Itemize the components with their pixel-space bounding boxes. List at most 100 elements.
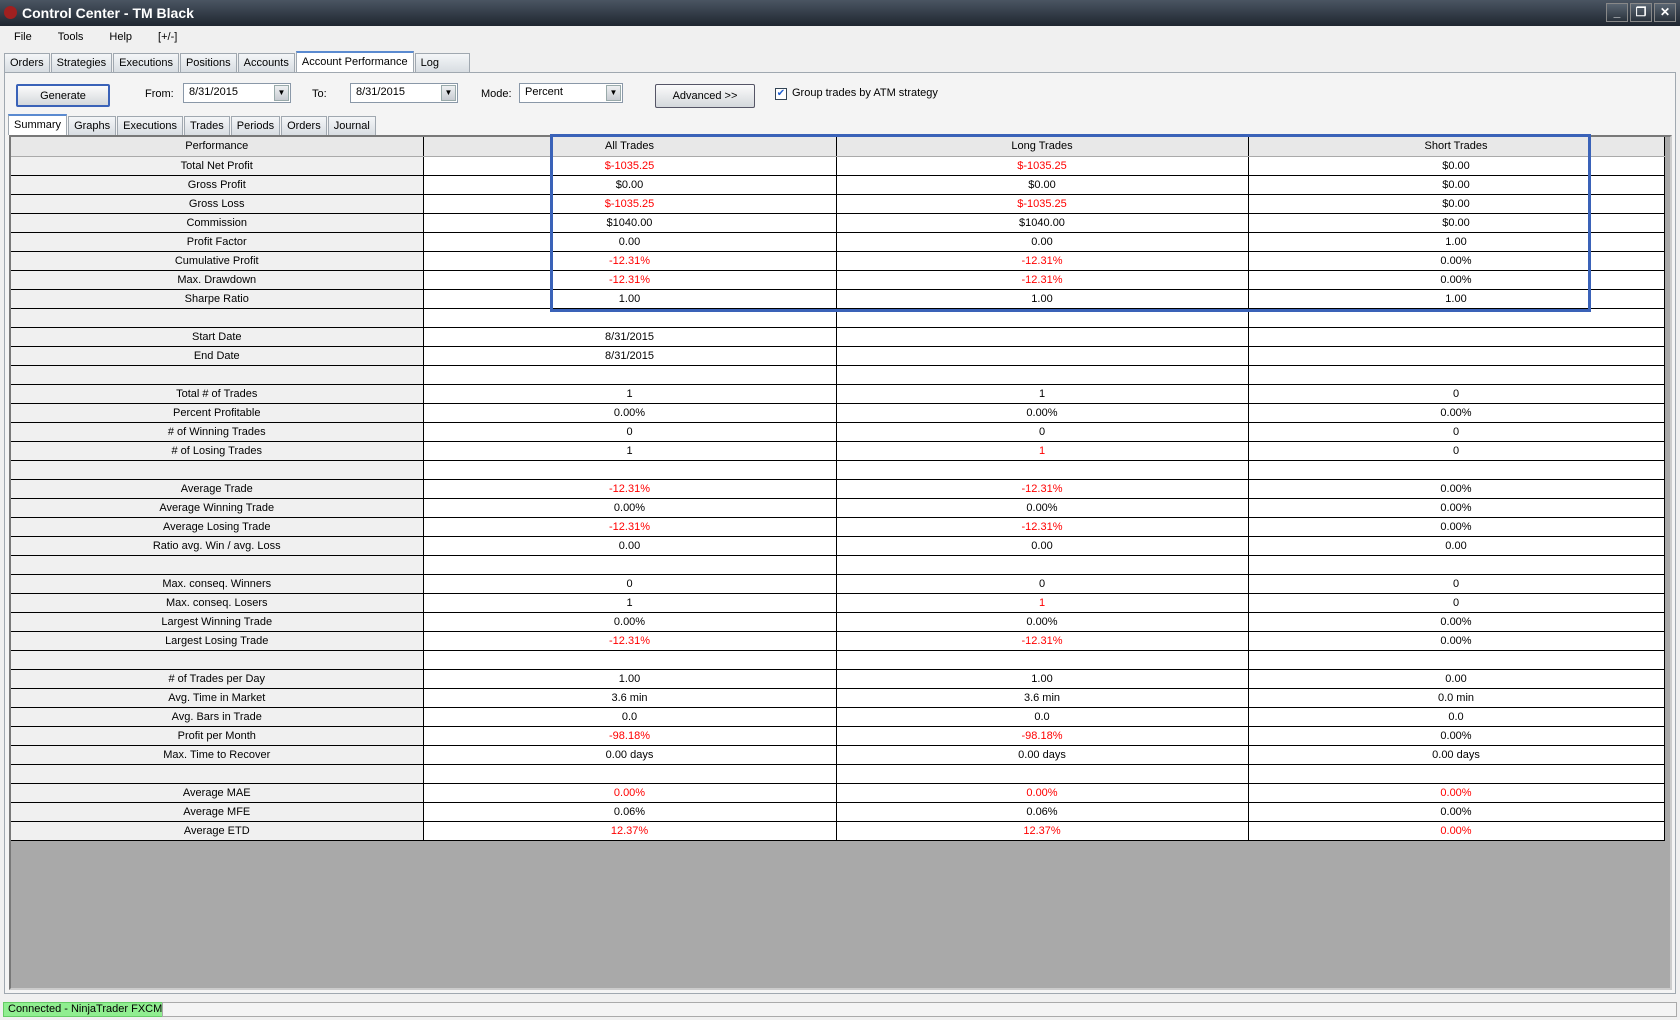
table-row: Profit per Month -98.18% -98.18% 0.00% — [11, 726, 1665, 746]
cell-long-trades — [835, 327, 1249, 347]
minimize-button[interactable]: _ — [1606, 3, 1628, 22]
row-label: Ratio avg. Win / avg. Loss — [11, 536, 424, 556]
cell-long-trades: 0.00 — [835, 536, 1249, 556]
to-date-picker[interactable]: 8/31/2015 ▼ — [350, 83, 458, 103]
row-label: Start Date — [11, 327, 424, 347]
menu-toggle[interactable]: [+/-] — [144, 28, 189, 48]
cell-all-trades — [422, 555, 837, 575]
cell-all-trades: -12.31% — [422, 251, 837, 271]
spacer-row — [11, 365, 1665, 385]
row-label: Gross Profit — [11, 175, 424, 195]
cell-all-trades: 1.00 — [422, 669, 837, 689]
table-row: Largest Winning Trade 0.00% 0.00% 0.00% — [11, 612, 1665, 632]
cell-all-trades: -12.31% — [422, 270, 837, 290]
mode-select[interactable]: Percent ▼ — [519, 83, 623, 103]
cell-long-trades: 1.00 — [835, 669, 1249, 689]
table-row: Max. Time to Recover 0.00 days 0.00 days 0.… — [11, 745, 1665, 765]
tab-log[interactable]: Log — [414, 53, 470, 72]
cell-short-trades — [1247, 365, 1665, 385]
restore-button[interactable]: ❐ — [1630, 3, 1652, 22]
row-label: Average Trade — [11, 479, 424, 499]
cell-long-trades — [835, 346, 1249, 366]
row-label: Average Winning Trade — [11, 498, 424, 518]
subtab-trades[interactable]: Trades — [183, 116, 230, 135]
subtab-journal[interactable]: Journal — [327, 116, 376, 135]
cell-long-trades — [835, 764, 1249, 784]
table-row: Start Date 8/31/2015 — [11, 327, 1665, 347]
header-performance: Performance — [11, 137, 424, 157]
from-date-picker[interactable]: 8/31/2015 ▼ — [183, 83, 291, 103]
cell-all-trades: 1 — [422, 384, 837, 404]
table-row: Avg. Time in Market 3.6 min 3.6 min 0.0 min — [11, 688, 1665, 708]
cell-long-trades: -12.31% — [835, 251, 1249, 271]
row-label: Avg. Bars in Trade — [11, 707, 424, 727]
tab-account-performance[interactable]: Account Performance — [295, 51, 414, 72]
cell-short-trades: 1.00 — [1247, 289, 1665, 309]
subtab-graphs[interactable]: Graphs — [68, 116, 117, 135]
tab-strategies[interactable]: Strategies — [50, 53, 113, 72]
chevron-down-icon[interactable]: ▼ — [274, 85, 289, 101]
table-row: Gross Profit $0.00 $0.00 $0.00 — [11, 175, 1665, 195]
table-row: # of Losing Trades 1 1 0 — [11, 441, 1665, 461]
window-title: Control Center - TM Black — [22, 5, 194, 21]
cell-long-trades: 0.00% — [835, 783, 1249, 803]
chevron-down-icon[interactable]: ▼ — [441, 85, 456, 101]
group-trades-checkbox[interactable]: ✔ — [775, 88, 787, 100]
row-label: Largest Losing Trade — [11, 631, 424, 651]
cell-short-trades: 0 — [1247, 422, 1665, 442]
cell-long-trades: -98.18% — [835, 726, 1249, 746]
advanced-button[interactable]: Advanced >> — [655, 84, 755, 108]
tab-orders[interactable]: Orders — [4, 53, 50, 72]
subtab-orders[interactable]: Orders — [281, 116, 327, 135]
menu-file[interactable]: File — [0, 28, 44, 48]
table-row: Sharpe Ratio 1.00 1.00 1.00 — [11, 289, 1665, 309]
performance-table: Performance All Trades Long Trades Short… — [11, 137, 1665, 841]
cell-long-trades: 1 — [835, 441, 1249, 461]
cell-long-trades: 12.37% — [835, 821, 1249, 841]
cell-short-trades: 1.00 — [1247, 232, 1665, 252]
tab-positions[interactable]: Positions — [179, 53, 237, 72]
spacer-row — [11, 460, 1665, 480]
table-row: Avg. Bars in Trade 0.0 0.0 0.0 — [11, 707, 1665, 727]
cell-short-trades: 0.0 — [1247, 707, 1665, 727]
table-row: Max. conseq. Losers 1 1 0 — [11, 593, 1665, 613]
cell-long-trades: 3.6 min — [835, 688, 1249, 708]
connection-status: Connected - NinjaTrader FXCM — [3, 1002, 168, 1017]
table-row: Largest Losing Trade -12.31% -12.31% 0.00% — [11, 631, 1665, 651]
cell-long-trades: 0.00 days — [835, 745, 1249, 765]
cell-short-trades: 0.00% — [1247, 479, 1665, 499]
cell-all-trades: 0.00 — [422, 536, 837, 556]
main-tabs: Orders Strategies Executions Positions A… — [4, 51, 471, 73]
cell-short-trades: 0.00% — [1247, 251, 1665, 271]
close-button[interactable]: ✕ — [1654, 3, 1676, 22]
tab-executions[interactable]: Executions — [113, 53, 179, 72]
generate-button[interactable]: Generate — [16, 84, 110, 107]
tab-accounts[interactable]: Accounts — [237, 53, 295, 72]
cell-short-trades: 0 — [1247, 593, 1665, 613]
row-label — [11, 650, 424, 670]
row-label: Gross Loss — [11, 194, 424, 214]
menu-tools[interactable]: Tools — [44, 28, 96, 48]
row-label: Average MAE — [11, 783, 424, 803]
row-label — [11, 365, 424, 385]
cell-short-trades — [1247, 327, 1665, 347]
cell-all-trades: 0.0 — [422, 707, 837, 727]
mode-label: Mode: — [481, 88, 512, 100]
cell-short-trades: $0.00 — [1247, 175, 1665, 195]
chevron-down-icon[interactable]: ▼ — [606, 85, 621, 101]
table-row: Total # of Trades 1 1 0 — [11, 384, 1665, 404]
cell-long-trades: 1 — [835, 593, 1249, 613]
table-row: Total Net Profit $-1035.25 $-1035.25 $0.00 — [11, 156, 1665, 176]
table-row: Ratio avg. Win / avg. Loss 0.00 0.00 0.00 — [11, 536, 1665, 556]
menu-help[interactable]: Help — [95, 28, 144, 48]
cell-long-trades: -12.31% — [835, 517, 1249, 537]
cell-long-trades: 0.06% — [835, 802, 1249, 822]
cell-all-trades: 1.00 — [422, 289, 837, 309]
subtab-periods[interactable]: Periods — [230, 116, 281, 135]
subtab-executions[interactable]: Executions — [117, 116, 183, 135]
cell-long-trades: 1 — [835, 384, 1249, 404]
spacer-row — [11, 555, 1665, 575]
cell-short-trades: 0.00% — [1247, 270, 1665, 290]
subtab-summary[interactable]: Summary — [8, 114, 68, 135]
row-label: Commission — [11, 213, 424, 233]
